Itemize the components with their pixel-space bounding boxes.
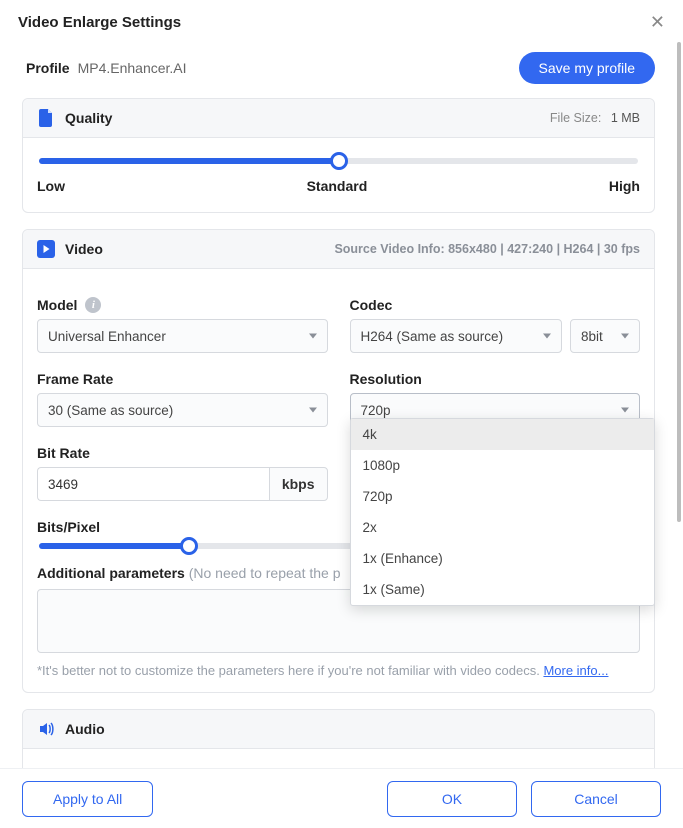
dialog-footer: Apply to All OK Cancel xyxy=(0,768,683,828)
save-profile-button[interactable]: Save my profile xyxy=(519,52,655,84)
audio-section: Audio Codec &Channel Sample Rate xyxy=(22,709,655,768)
resolution-dropdown: 4k 1080p 720p 2x 1x (Enhance) 1x (Same) xyxy=(350,418,656,606)
video-section: Video Source Video Info: 856x480 | 427:2… xyxy=(22,229,655,693)
file-size-label: File Size: xyxy=(550,111,601,125)
quality-section: Quality File Size: 1 MB Low Standard Hig… xyxy=(22,98,655,213)
dialog-title: Video Enlarge Settings xyxy=(18,14,181,31)
scrollbar[interactable] xyxy=(675,42,681,768)
resolution-option[interactable]: 1080p xyxy=(351,450,655,481)
resolution-option[interactable]: 2x xyxy=(351,512,655,543)
quality-title: Quality xyxy=(65,110,112,126)
quality-standard-label: Standard xyxy=(307,178,368,194)
source-video-info: Source Video Info: 856x480 | 427:240 | H… xyxy=(334,242,640,256)
quality-header: Quality File Size: 1 MB xyxy=(23,99,654,138)
video-header: Video Source Video Info: 856x480 | 427:2… xyxy=(23,230,654,269)
model-select[interactable]: Universal Enhancer xyxy=(37,319,328,353)
framerate-label: Frame Rate xyxy=(37,371,328,387)
quality-slider-handle[interactable] xyxy=(330,152,348,170)
video-title: Video xyxy=(65,241,103,257)
resolution-option[interactable]: 4k xyxy=(351,419,655,450)
video-body: Model i Universal Enhancer Codec H264 (S… xyxy=(23,269,654,692)
profile-name: MP4.Enhancer.AI xyxy=(78,60,187,76)
bitrate-label: Bit Rate xyxy=(37,445,328,461)
resolution-option[interactable]: 720p xyxy=(351,481,655,512)
resolution-option[interactable]: 1x (Enhance) xyxy=(351,543,655,574)
play-icon xyxy=(37,240,55,258)
more-info-link[interactable]: More info... xyxy=(543,663,608,678)
codec-label: Codec xyxy=(350,297,641,313)
quality-low-label: Low xyxy=(37,178,65,194)
quality-labels: Low Standard High xyxy=(37,178,640,194)
bitdepth-select[interactable]: 8bit xyxy=(570,319,640,353)
codec-select[interactable]: H264 (Same as source) xyxy=(350,319,563,353)
file-icon xyxy=(37,109,55,127)
bitspixel-slider-handle[interactable] xyxy=(180,537,198,555)
cancel-button[interactable]: Cancel xyxy=(531,781,661,817)
quality-slider[interactable] xyxy=(39,158,638,164)
quality-high-label: High xyxy=(609,178,640,194)
model-label: Model i xyxy=(37,297,328,313)
speaker-icon xyxy=(37,720,55,738)
audio-body: Codec &Channel Sample Rate xyxy=(23,749,654,768)
scrollbar-thumb[interactable] xyxy=(677,42,681,522)
profile-row: Profile MP4.Enhancer.AI Save my profile xyxy=(0,42,677,98)
resolution-label: Resolution xyxy=(350,371,641,387)
ok-button[interactable]: OK xyxy=(387,781,517,817)
profile-label: Profile xyxy=(26,60,70,76)
apply-to-all-button[interactable]: Apply to All xyxy=(22,781,153,817)
file-size: File Size: 1 MB xyxy=(550,111,640,125)
bitrate-unit: kbps xyxy=(269,467,328,501)
resolution-option[interactable]: 1x (Same) xyxy=(351,574,655,605)
close-icon[interactable]: ✕ xyxy=(650,12,665,33)
scroll-area: Profile MP4.Enhancer.AI Save my profile … xyxy=(0,42,683,768)
info-icon[interactable]: i xyxy=(85,297,101,313)
audio-header: Audio xyxy=(23,710,654,749)
bitrate-input[interactable] xyxy=(37,467,269,501)
chevron-down-icon xyxy=(309,408,317,413)
dialog-header: Video Enlarge Settings ✕ xyxy=(0,0,683,41)
audio-title: Audio xyxy=(65,721,105,737)
codec-note: *It's better not to customize the parame… xyxy=(37,663,640,678)
framerate-select[interactable]: 30 (Same as source) xyxy=(37,393,328,427)
chevron-down-icon xyxy=(309,334,317,339)
additional-params-hint: (No need to repeat the p xyxy=(189,565,341,581)
chevron-down-icon xyxy=(621,334,629,339)
chevron-down-icon xyxy=(543,334,551,339)
quality-body: Low Standard High xyxy=(23,138,654,212)
chevron-down-icon xyxy=(621,408,629,413)
file-size-value: 1 MB xyxy=(611,111,640,125)
